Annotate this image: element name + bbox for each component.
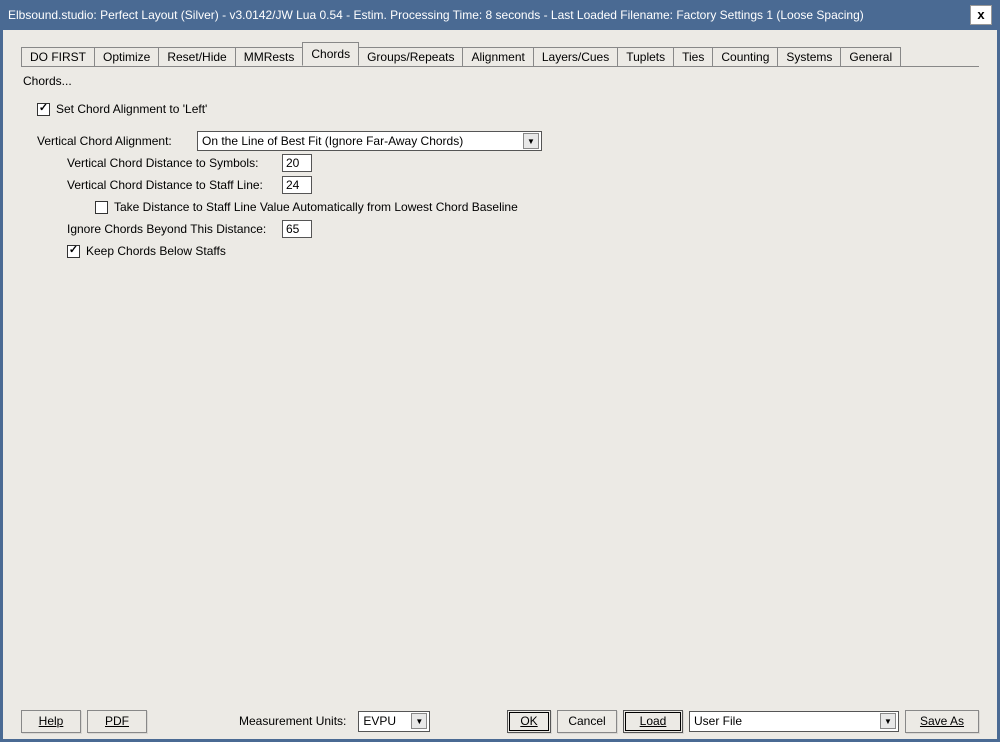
load-button[interactable]: Load <box>623 710 683 733</box>
tab-optimize[interactable]: Optimize <box>94 47 159 67</box>
tab-tuplets[interactable]: Tuplets <box>617 47 674 67</box>
keep-below-checkbox[interactable] <box>67 245 80 258</box>
file-dropdown[interactable]: User File ▼ <box>689 711 899 732</box>
measurement-units-value: EVPU <box>363 714 407 728</box>
tab-mmrests[interactable]: MMRests <box>235 47 304 67</box>
row-dist-staff: Vertical Chord Distance to Staff Line: 2… <box>23 174 977 196</box>
set-left-checkbox[interactable] <box>37 103 50 116</box>
tab-general[interactable]: General <box>840 47 901 67</box>
chevron-down-icon: ▼ <box>523 133 539 149</box>
tab-counting[interactable]: Counting <box>712 47 778 67</box>
ignore-beyond-input[interactable]: 65 <box>282 220 312 238</box>
measurement-units-label: Measurement Units: <box>239 714 346 728</box>
client-area: DO FIRST Optimize Reset/Hide MMRests Cho… <box>3 30 997 739</box>
set-left-label: Set Chord Alignment to 'Left' <box>56 102 207 116</box>
dist-symbols-label: Vertical Chord Distance to Symbols: <box>67 156 272 170</box>
cancel-button[interactable]: Cancel <box>557 710 617 733</box>
tab-groups-repeats[interactable]: Groups/Repeats <box>358 47 463 67</box>
tab-ties[interactable]: Ties <box>673 47 713 67</box>
row-auto-baseline: Take Distance to Staff Line Value Automa… <box>23 196 977 218</box>
file-value: User File <box>694 714 876 728</box>
titlebar: Elbsound.studio: Perfect Layout (Silver)… <box>0 0 1000 30</box>
close-button[interactable]: x <box>970 5 992 25</box>
vca-label: Vertical Chord Alignment: <box>37 134 187 148</box>
ignore-beyond-label: Ignore Chords Beyond This Distance: <box>67 222 272 236</box>
auto-baseline-label: Take Distance to Staff Line Value Automa… <box>114 200 518 214</box>
row-set-left: Set Chord Alignment to 'Left' <box>23 98 977 120</box>
row-ignore-beyond: Ignore Chords Beyond This Distance: 65 <box>23 218 977 240</box>
chevron-down-icon: ▼ <box>411 713 427 729</box>
tab-underline <box>21 66 979 67</box>
chords-panel: Chords... Set Chord Alignment to 'Left' … <box>3 66 997 703</box>
tab-reset-hide[interactable]: Reset/Hide <box>158 47 235 67</box>
window-title: Elbsound.studio: Perfect Layout (Silver)… <box>8 8 970 22</box>
measurement-units-dropdown[interactable]: EVPU ▼ <box>358 711 430 732</box>
tab-alignment[interactable]: Alignment <box>462 47 533 67</box>
vca-dropdown[interactable]: On the Line of Best Fit (Ignore Far-Away… <box>197 131 542 151</box>
pdf-button[interactable]: PDF <box>87 710 147 733</box>
dist-staff-input[interactable]: 24 <box>282 176 312 194</box>
section-title: Chords... <box>23 74 977 88</box>
dist-symbols-input[interactable]: 20 <box>282 154 312 172</box>
chevron-down-icon: ▼ <box>880 713 896 729</box>
auto-baseline-checkbox[interactable] <box>95 201 108 214</box>
tab-layers-cues[interactable]: Layers/Cues <box>533 47 618 67</box>
bottom-bar: Help PDF Measurement Units: EVPU ▼ OK Ca… <box>3 703 997 739</box>
tab-do-first[interactable]: DO FIRST <box>21 47 95 67</box>
row-dist-symbols: Vertical Chord Distance to Symbols: 20 <box>23 152 977 174</box>
row-keep-below: Keep Chords Below Staffs <box>23 240 977 262</box>
keep-below-label: Keep Chords Below Staffs <box>86 244 226 258</box>
tab-systems[interactable]: Systems <box>777 47 841 67</box>
row-vca: Vertical Chord Alignment: On the Line of… <box>23 130 977 152</box>
tab-chords[interactable]: Chords <box>302 42 359 66</box>
help-button[interactable]: Help <box>21 710 81 733</box>
ok-button[interactable]: OK <box>507 710 551 733</box>
dist-staff-label: Vertical Chord Distance to Staff Line: <box>67 178 272 192</box>
save-as-button[interactable]: Save As <box>905 710 979 733</box>
app-window: Elbsound.studio: Perfect Layout (Silver)… <box>0 0 1000 742</box>
tab-bar: DO FIRST Optimize Reset/Hide MMRests Cho… <box>3 30 997 66</box>
vca-value: On the Line of Best Fit (Ignore Far-Away… <box>202 134 519 148</box>
